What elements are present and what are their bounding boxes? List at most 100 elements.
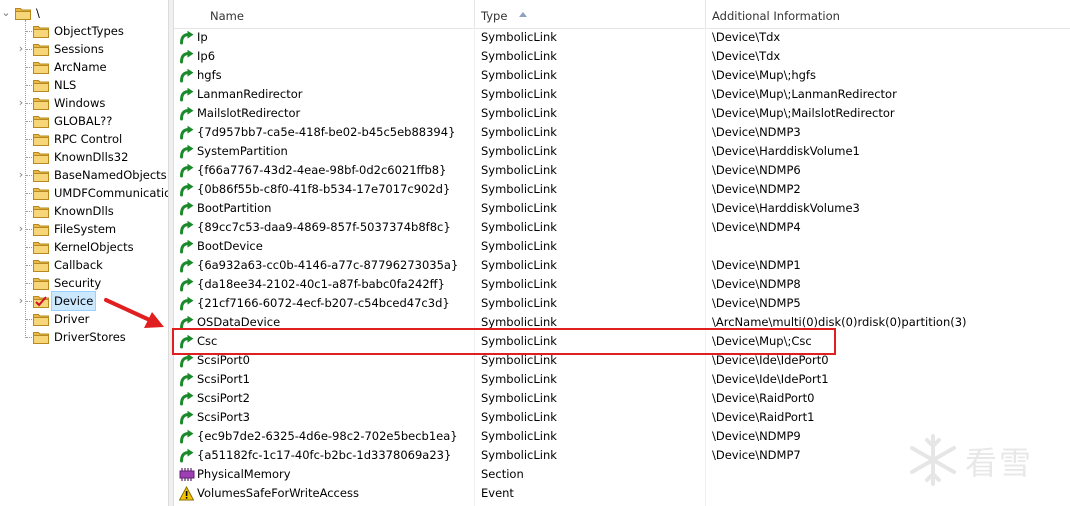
table-row[interactable]: LanmanRedirector SymbolicLink \Device\Mup\… bbox=[174, 85, 1070, 104]
symlink-icon bbox=[179, 296, 194, 311]
symlink-icon bbox=[179, 163, 194, 178]
folder-icon bbox=[33, 151, 49, 164]
chevron-right-icon[interactable]: › bbox=[16, 220, 26, 238]
tree-item-callback[interactable]: Callback bbox=[0, 256, 168, 274]
table-row[interactable]: {7d957bb7-ca5e-418f-be02-b45c5eb88394} Sy… bbox=[174, 123, 1070, 142]
cell-info: \Device\NDMP5 bbox=[712, 296, 801, 310]
tree-item-nls[interactable]: NLS bbox=[0, 76, 168, 94]
folder-icon bbox=[33, 331, 49, 344]
folder-icon bbox=[33, 313, 49, 326]
cell-type: SymbolicLink bbox=[481, 258, 557, 272]
folder-icon bbox=[33, 25, 49, 38]
cell-type: SymbolicLink bbox=[481, 182, 557, 196]
table-row[interactable]: MailslotRedirector SymbolicLink \Device\Mu… bbox=[174, 104, 1070, 123]
chevron-right-icon[interactable]: › bbox=[16, 166, 26, 184]
table-row[interactable]: {da18ee34-2102-40c1-a87f-babc0fa242ff} Sy… bbox=[174, 275, 1070, 294]
table-row[interactable]: {0b86f55b-c8f0-41f8-b534-17e7017c902d} Sy… bbox=[174, 180, 1070, 199]
tree-item-sessions[interactable]: › Sessions bbox=[0, 40, 168, 58]
cell-type: Section bbox=[481, 467, 524, 481]
tree-item-arcname[interactable]: ArcName bbox=[0, 58, 168, 76]
tree-item-label: GLOBAL?? bbox=[54, 114, 113, 128]
watermark: 看雪 bbox=[905, 432, 1055, 488]
cell-type: SymbolicLink bbox=[481, 429, 557, 443]
tree-item-kernelobjects[interactable]: KernelObjects bbox=[0, 238, 168, 256]
cell-name: Ip bbox=[197, 30, 208, 44]
table-row[interactable]: ScsiPort3 SymbolicLink \Device\RaidPort1 bbox=[174, 408, 1070, 427]
symlink-icon bbox=[179, 201, 194, 216]
table-row[interactable]: {21cf7166-6072-4ecf-b207-c54bced47c3d} Sy… bbox=[174, 294, 1070, 313]
cell-name: {f66a7767-43d2-4eae-98bf-0d2c6021ffb8} bbox=[197, 163, 447, 177]
object-list[interactable]: Name Type Additional Information Ip Symbo… bbox=[174, 0, 1070, 506]
cell-name: hgfs bbox=[197, 68, 222, 82]
cell-type: SymbolicLink bbox=[481, 125, 557, 139]
column-header-type[interactable]: Type bbox=[475, 0, 705, 28]
column-header-name[interactable]: Name bbox=[204, 0, 474, 28]
column-header-info-label: Additional Information bbox=[712, 9, 840, 23]
symlink-icon bbox=[179, 30, 194, 45]
table-row[interactable]: ScsiPort1 SymbolicLink \Device\Ide\IdePort… bbox=[174, 370, 1070, 389]
cell-name: ScsiPort3 bbox=[197, 410, 250, 424]
cell-info: \Device\NDMP2 bbox=[712, 182, 801, 196]
tree-item-knowndlls[interactable]: KnownDlls bbox=[0, 202, 168, 220]
cell-type: SymbolicLink bbox=[481, 163, 557, 177]
table-row[interactable]: {f66a7767-43d2-4eae-98bf-0d2c6021ffb8} Sy… bbox=[174, 161, 1070, 180]
tree-item-knowndlls32[interactable]: KnownDlls32 bbox=[0, 148, 168, 166]
folder-icon bbox=[15, 7, 31, 20]
table-row[interactable]: {6a932a63-cc0b-4146-a77c-87796273035a} Sy… bbox=[174, 256, 1070, 275]
device-folder-icon bbox=[33, 295, 49, 308]
cell-name: {da18ee34-2102-40c1-a87f-babc0fa242ff} bbox=[197, 277, 445, 291]
tree-item-windows[interactable]: › Windows bbox=[0, 94, 168, 112]
chevron-right-icon[interactable]: › bbox=[16, 94, 26, 112]
tree-item-label: Device bbox=[50, 291, 97, 311]
cell-name: Ip6 bbox=[197, 49, 216, 63]
tree-item-label: Security bbox=[54, 276, 102, 290]
folder-icon bbox=[33, 187, 49, 200]
tree-item-label: Callback bbox=[54, 258, 103, 272]
symlink-icon bbox=[179, 372, 194, 387]
tree-item-objecttypes[interactable]: ObjectTypes bbox=[0, 22, 168, 40]
object-tree[interactable]: ⌄ \ ObjectTypes › Sessions ArcName NLS › Windows… bbox=[0, 0, 168, 506]
memory-chip-icon bbox=[179, 467, 195, 482]
tree-item-umdfcommunicatio[interactable]: UMDFCommunicatio bbox=[0, 184, 168, 202]
tree-item-filesystem[interactable]: › FileSystem bbox=[0, 220, 168, 238]
table-row[interactable]: BootPartition SymbolicLink \Device\Harddis… bbox=[174, 199, 1070, 218]
tree-item-security[interactable]: Security bbox=[0, 274, 168, 292]
folder-icon bbox=[33, 241, 49, 254]
symlink-icon bbox=[179, 391, 194, 406]
column-header-info[interactable]: Additional Information bbox=[706, 0, 1066, 28]
table-row[interactable]: ScsiPort2 SymbolicLink \Device\RaidPort0 bbox=[174, 389, 1070, 408]
table-row[interactable]: SystemPartition SymbolicLink \Device\Hardd… bbox=[174, 142, 1070, 161]
chevron-right-icon[interactable]: › bbox=[16, 292, 26, 310]
cell-type: SymbolicLink bbox=[481, 144, 557, 158]
tree-item-basenamedobjects[interactable]: › BaseNamedObjects bbox=[0, 166, 168, 184]
table-row[interactable]: BootDevice SymbolicLink bbox=[174, 237, 1070, 256]
cell-type: SymbolicLink bbox=[481, 49, 557, 63]
table-row[interactable]: Ip SymbolicLink \Device\Tdx bbox=[174, 28, 1070, 47]
cell-info: \Device\Mup\;LanmanRedirector bbox=[712, 87, 897, 101]
symlink-icon bbox=[179, 68, 194, 83]
cell-info: \Device\NDMP8 bbox=[712, 277, 801, 291]
tree-root[interactable]: ⌄ \ bbox=[0, 4, 60, 22]
symlink-icon bbox=[179, 448, 194, 463]
red-arrow-icon bbox=[104, 298, 164, 328]
symlink-icon bbox=[179, 144, 194, 159]
cell-info: \Device\Mup\;MailslotRedirector bbox=[712, 106, 895, 120]
table-row[interactable]: {89cc7c53-daa9-4869-857f-5037374b8f8c} Sy… bbox=[174, 218, 1070, 237]
symlink-icon bbox=[179, 429, 194, 444]
chevron-right-icon[interactable]: › bbox=[16, 40, 26, 58]
cell-type: SymbolicLink bbox=[481, 220, 557, 234]
tree-item-global[interactable]: GLOBAL?? bbox=[0, 112, 168, 130]
cell-name: {0b86f55b-c8f0-41f8-b534-17e7017c902d} bbox=[197, 182, 451, 196]
cell-type: SymbolicLink bbox=[481, 296, 557, 310]
table-row[interactable]: Ip6 SymbolicLink \Device\Tdx bbox=[174, 47, 1070, 66]
tree-item-rpc-control[interactable]: RPC Control bbox=[0, 130, 168, 148]
table-row[interactable]: hgfs SymbolicLink \Device\Mup\;hgfs bbox=[174, 66, 1070, 85]
cell-info: \Device\Ide\IdePort1 bbox=[712, 372, 829, 386]
chevron-down-icon[interactable]: ⌄ bbox=[1, 4, 11, 22]
tree-item-label: BaseNamedObjects bbox=[54, 168, 167, 182]
symlink-icon bbox=[179, 258, 194, 273]
tree-item-label: NLS bbox=[54, 78, 77, 92]
warning-icon bbox=[178, 485, 195, 501]
folder-icon bbox=[33, 205, 49, 218]
folder-icon bbox=[33, 97, 49, 110]
